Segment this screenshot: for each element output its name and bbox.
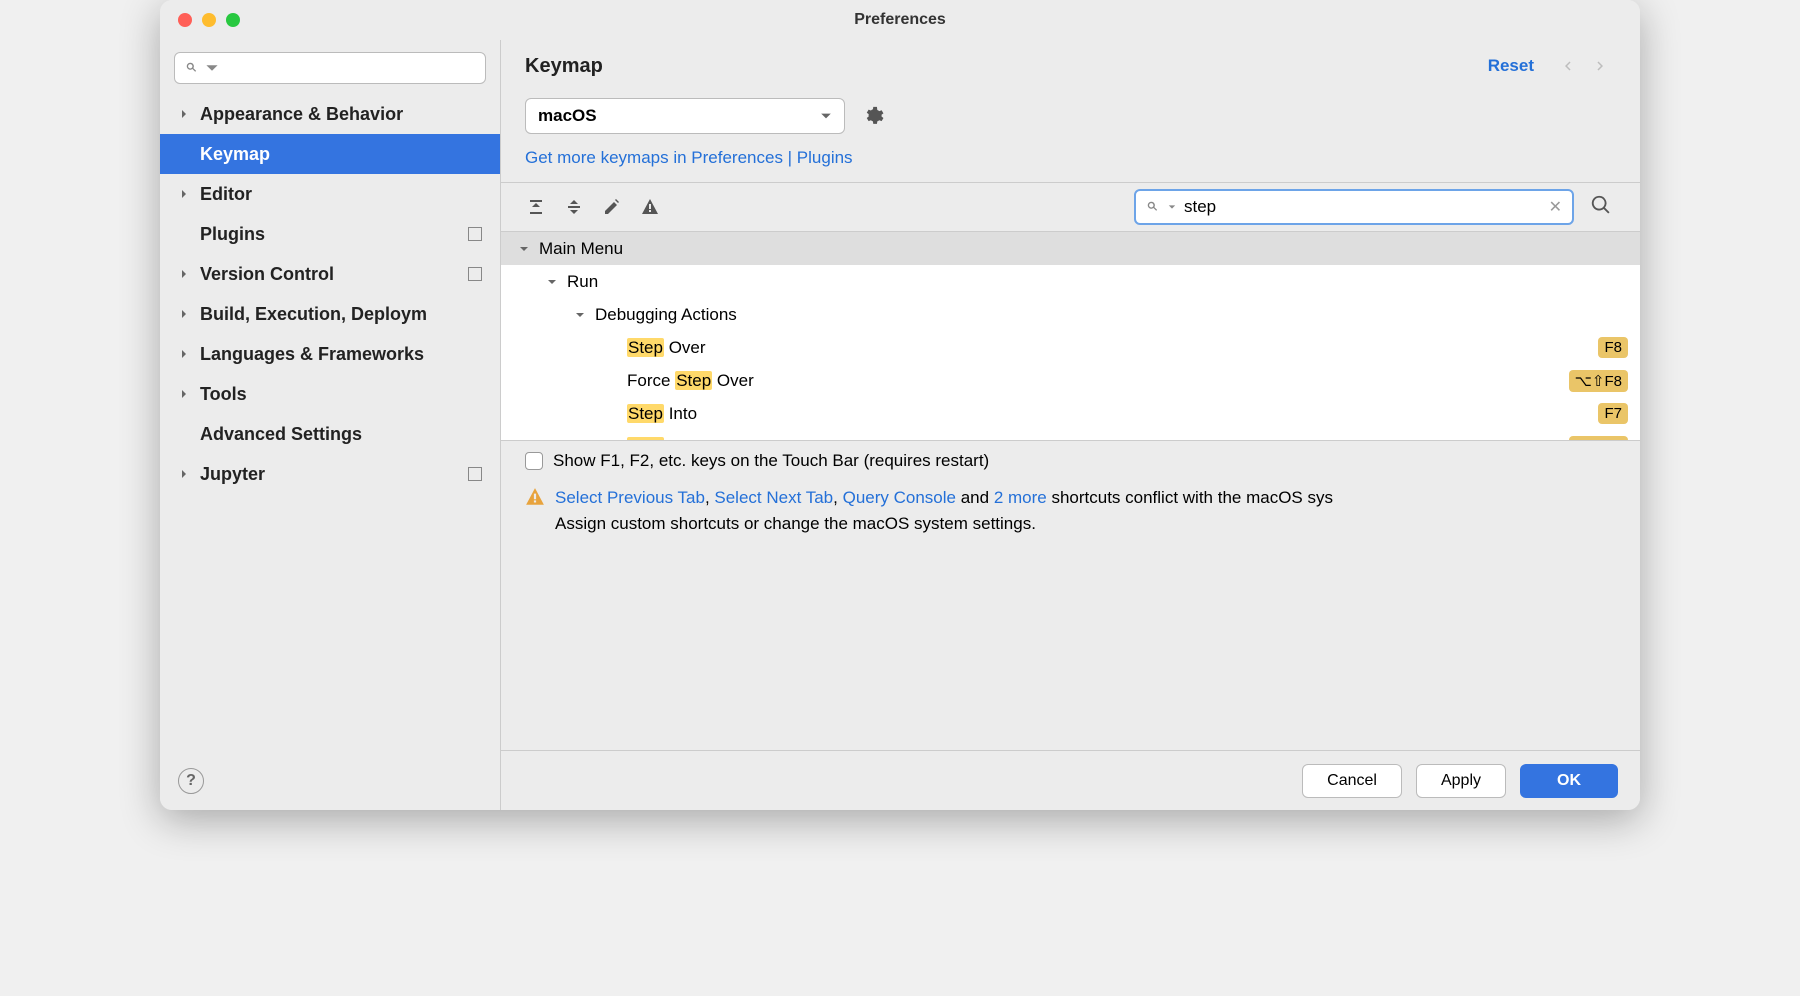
- chevron-down-icon: [519, 244, 529, 254]
- preferences-window: Preferences Appearance & Behavior Keymap E…: [160, 0, 1640, 810]
- sidebar-item-label: Appearance & Behavior: [200, 104, 403, 125]
- gear-button[interactable]: [859, 102, 887, 130]
- expand-all-icon[interactable]: [525, 196, 547, 218]
- collapse-all-icon[interactable]: [563, 196, 585, 218]
- keymap-select-row: macOS: [501, 88, 1640, 144]
- chevron-right-icon: [174, 304, 194, 324]
- action-row[interactable]: Step Into My Code⌥⇧F7: [501, 430, 1640, 441]
- chevron-right-icon: [174, 344, 194, 364]
- action-label: Force Step Over: [627, 371, 1569, 391]
- chevron-down-icon: [1168, 203, 1176, 211]
- tree-group-debugging-actions[interactable]: Debugging Actions: [501, 298, 1640, 331]
- project-level-icon: [468, 227, 482, 241]
- chevron-right-icon: [174, 264, 194, 284]
- cancel-button[interactable]: Cancel: [1302, 764, 1402, 798]
- sidebar-item-editor[interactable]: Editor: [160, 174, 500, 214]
- project-level-icon: [468, 467, 482, 481]
- sidebar-item-jupyter[interactable]: Jupyter: [160, 454, 500, 494]
- sidebar-item-advanced-settings[interactable]: Advanced Settings: [160, 414, 500, 454]
- sidebar-item-label: Editor: [200, 184, 252, 205]
- sidebar-item-languages-frameworks[interactable]: Languages & Frameworks: [160, 334, 500, 374]
- shortcut-badge: F8: [1598, 337, 1628, 358]
- conflicts-icon[interactable]: [639, 196, 661, 218]
- tree-label: Main Menu: [539, 239, 1628, 259]
- sidebar-item-label: Version Control: [200, 264, 334, 285]
- tree-group-main-menu[interactable]: Main Menu: [501, 232, 1640, 265]
- apply-button[interactable]: Apply: [1416, 764, 1506, 798]
- touchbar-checkbox-row[interactable]: Show F1, F2, etc. keys on the Touch Bar …: [501, 441, 1640, 481]
- chevron-down-icon: [575, 310, 585, 320]
- ok-button[interactable]: OK: [1520, 764, 1618, 798]
- sidebar-item-label: Keymap: [200, 144, 270, 165]
- body: Appearance & Behavior Keymap Editor Plugins…: [160, 40, 1640, 810]
- edit-shortcut-icon[interactable]: [601, 196, 623, 218]
- gear-icon: [862, 105, 884, 127]
- tree-group-run[interactable]: Run: [501, 265, 1640, 298]
- keymap-select[interactable]: macOS: [525, 98, 845, 134]
- sidebar-item-tools[interactable]: Tools: [160, 374, 500, 414]
- action-row[interactable]: Step OverF8: [501, 331, 1640, 364]
- sidebar-item-keymap[interactable]: Keymap: [160, 134, 500, 174]
- action-label: Step Into: [627, 404, 1598, 424]
- more-keymaps-link[interactable]: Get more keymaps in Preferences | Plugin…: [501, 144, 1640, 182]
- find-by-shortcut-icon[interactable]: [1590, 194, 1616, 220]
- shortcut-badge: ⌥⇧F8: [1569, 370, 1628, 392]
- tree-label: Run: [567, 272, 1628, 292]
- action-search[interactable]: ✕: [1134, 189, 1574, 225]
- conflict-link[interactable]: Query Console: [843, 488, 956, 507]
- keymap-select-value: macOS: [538, 106, 820, 126]
- sidebar-item-label: Build, Execution, Deploym: [200, 304, 427, 325]
- footer: Cancel Apply OK: [501, 750, 1640, 810]
- window-title: Preferences: [160, 11, 1640, 29]
- conflict-text: Assign custom shortcuts or change the ma…: [555, 514, 1036, 533]
- sidebar-item-version-control[interactable]: Version Control: [160, 254, 500, 294]
- touchbar-checkbox[interactable]: [525, 452, 543, 470]
- project-level-icon: [468, 267, 482, 281]
- action-search-input[interactable]: [1184, 197, 1541, 217]
- tree-label: Debugging Actions: [595, 305, 1628, 325]
- toolbar: ✕: [501, 182, 1640, 232]
- sidebar-item-build-execution-deployment[interactable]: Build, Execution, Deploym: [160, 294, 500, 334]
- touchbar-label: Show F1, F2, etc. keys on the Touch Bar …: [553, 451, 989, 471]
- warning-icon: [525, 487, 545, 507]
- chevron-right-icon: [174, 464, 194, 484]
- action-label: Step Over: [627, 338, 1598, 358]
- forward-button[interactable]: [1588, 54, 1612, 78]
- conflict-link[interactable]: Select Next Tab: [714, 488, 833, 507]
- back-button[interactable]: [1556, 54, 1580, 78]
- chevron-right-icon: [174, 384, 194, 404]
- chevron-right-icon: [174, 104, 194, 124]
- main-panel: Keymap Reset macOS Get more keymaps in P…: [500, 40, 1640, 810]
- titlebar: Preferences: [160, 0, 1640, 40]
- action-tree[interactable]: Main Menu Run Debugging Actions Step Ove…: [501, 232, 1640, 441]
- reset-link[interactable]: Reset: [1488, 56, 1534, 76]
- chevron-down-icon: [205, 61, 219, 75]
- sidebar-item-label: Jupyter: [200, 464, 265, 485]
- chevron-down-icon: [820, 110, 832, 122]
- page-title: Keymap: [525, 55, 1488, 78]
- sidebar-search[interactable]: [174, 52, 486, 84]
- help-button[interactable]: ?: [178, 768, 204, 794]
- search-icon: [185, 61, 199, 75]
- sidebar-item-label: Plugins: [200, 224, 265, 245]
- sidebar-list: Appearance & Behavior Keymap Editor Plugins…: [160, 94, 500, 810]
- search-icon: [1146, 200, 1160, 214]
- action-row[interactable]: Step IntoF7: [501, 397, 1640, 430]
- sidebar-item-label: Tools: [200, 384, 247, 405]
- sidebar-item-label: Languages & Frameworks: [200, 344, 424, 365]
- shortcut-badge: F7: [1598, 403, 1628, 424]
- sidebar-item-plugins[interactable]: Plugins: [160, 214, 500, 254]
- clear-search-icon[interactable]: ✕: [1549, 197, 1562, 217]
- chevron-right-icon: [174, 184, 194, 204]
- conflict-link[interactable]: Select Previous Tab: [555, 488, 705, 507]
- main-header: Keymap Reset: [501, 40, 1640, 88]
- action-row[interactable]: Force Step Over⌥⇧F8: [501, 364, 1640, 397]
- sidebar: Appearance & Behavior Keymap Editor Plugins…: [160, 40, 500, 810]
- sidebar-item-label: Advanced Settings: [200, 424, 362, 445]
- conflict-link[interactable]: 2 more: [994, 488, 1047, 507]
- chevron-down-icon: [547, 277, 557, 287]
- sidebar-item-appearance-behavior[interactable]: Appearance & Behavior: [160, 94, 500, 134]
- conflict-warning: Select Previous Tab, Select Next Tab, Qu…: [501, 481, 1640, 546]
